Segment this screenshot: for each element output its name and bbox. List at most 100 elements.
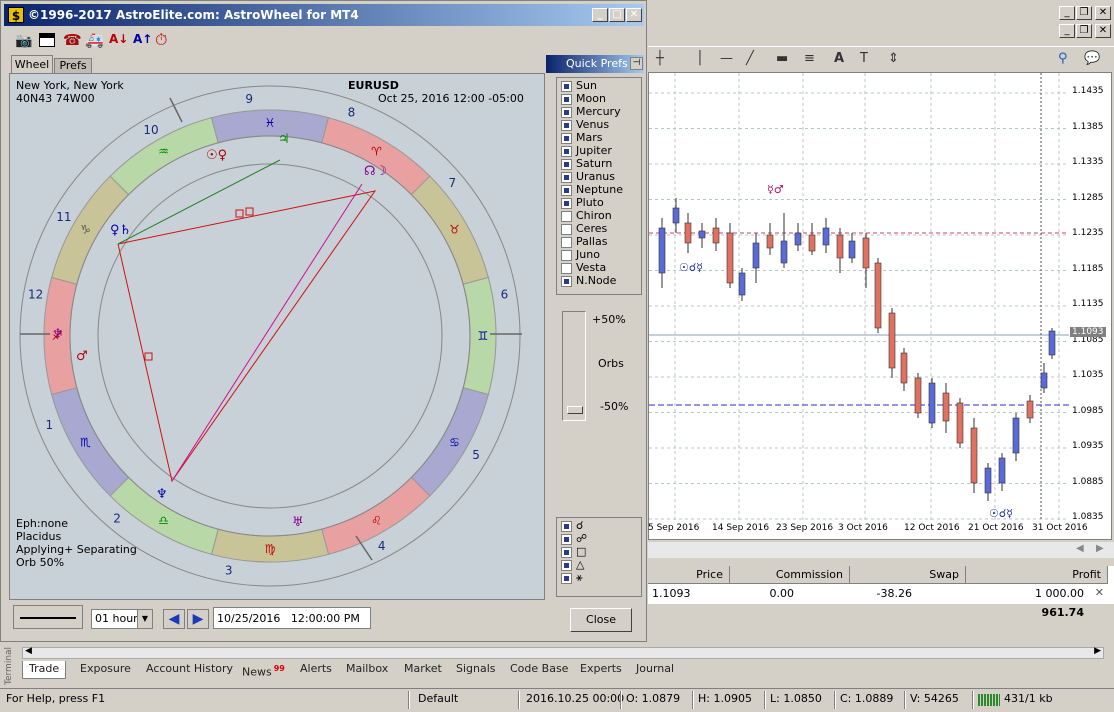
tab-trade[interactable]: Trade	[22, 661, 67, 679]
aspect-checkbox[interactable]	[561, 534, 572, 545]
house-number: 12	[28, 288, 43, 302]
scroll-right-icon[interactable]: ▶	[1096, 543, 1104, 554]
chart-minimize-button[interactable]: _	[1059, 24, 1075, 38]
vertical-line-icon[interactable]: │	[696, 51, 704, 66]
scroll-left-icon[interactable]: ◀	[25, 646, 32, 656]
window-icon[interactable]	[39, 33, 55, 47]
col-price-header[interactable]: Price	[648, 566, 730, 584]
checkbox-juno[interactable]	[561, 250, 572, 261]
minimize-button[interactable]: _	[1059, 6, 1075, 20]
crosshair-icon[interactable]: ┼	[656, 51, 664, 66]
col-commission-header[interactable]: Commission	[730, 566, 850, 584]
rectangle-icon[interactable]: ▬	[776, 51, 788, 66]
checkbox-pallas[interactable]	[561, 237, 572, 248]
planet-label: Uranus	[576, 170, 615, 183]
checkbox-moon[interactable]	[561, 94, 572, 105]
close-button[interactable]: Close	[570, 608, 632, 632]
checkbox-mars[interactable]	[561, 133, 572, 144]
text-label-icon[interactable]: T	[860, 51, 868, 66]
text-icon[interactable]: A	[834, 51, 844, 66]
zodiac-glyph: ♓	[265, 116, 276, 130]
slider-thumb[interactable]	[567, 406, 583, 414]
aspect-checkbox[interactable]	[561, 521, 572, 532]
orbs-slider[interactable]	[562, 311, 586, 421]
col-profit-header[interactable]: Profit	[966, 566, 1108, 584]
checkbox-uranus[interactable]	[561, 172, 572, 183]
chevron-down-icon[interactable]: ▼	[137, 610, 152, 628]
price-tick: 1.0835	[1072, 512, 1104, 522]
next-arrow-icon[interactable]: ▶	[187, 609, 209, 629]
minimize-button[interactable]: _	[592, 8, 608, 22]
chart-restore-button[interactable]: ❐	[1076, 24, 1092, 38]
status-help: For Help, press F1	[6, 692, 106, 705]
terminal-tabs-bar: ◀ ▶ Terminal Trade Exposure Account Histor…	[0, 645, 1114, 687]
scroll-right-icon[interactable]: ▶	[1094, 646, 1101, 656]
restore-button[interactable]: ❐	[1076, 6, 1092, 20]
planet-label: N.Node	[576, 274, 617, 287]
planet-label: Venus	[576, 118, 610, 131]
close-icon[interactable]: ✕	[626, 8, 642, 22]
col-swap-header[interactable]: Swap	[850, 566, 966, 584]
table-row[interactable]: 1.1093 0.00 -38.26 1 000.00 ✕	[648, 585, 1114, 603]
zodiac-glyph: ♈	[371, 145, 382, 159]
tab-code-base[interactable]: Code Base	[504, 661, 574, 679]
line-style-selector[interactable]	[13, 605, 83, 629]
close-order-icon[interactable]: ✕	[1095, 586, 1104, 599]
date-time-input[interactable]	[213, 607, 371, 629]
checkbox-sun[interactable]	[561, 81, 572, 92]
clock-icon[interactable]: ⏱	[155, 30, 167, 50]
timeframe-select[interactable]: 01 hour ▼	[91, 609, 153, 629]
checkbox-vesta[interactable]	[561, 263, 572, 274]
aspect-checkbox[interactable]	[561, 547, 572, 558]
terminal-scrollbar[interactable]: ◀ ▶	[22, 646, 1104, 659]
camera-icon[interactable]: 📷	[15, 33, 32, 49]
tab-market[interactable]: Market	[398, 661, 448, 679]
checkbox-venus[interactable]	[561, 120, 572, 131]
checkbox-chiron[interactable]	[561, 211, 572, 222]
maximize-button[interactable]: □	[609, 8, 625, 22]
tab-mailbox[interactable]: Mailbox	[340, 661, 394, 679]
status-volume: V: 54265	[910, 692, 959, 705]
checkbox-pluto[interactable]	[561, 198, 572, 209]
astrowheel-window: $ ©1996-2017 AstroElite.com: AstroWheel …	[0, 0, 647, 642]
zodiac-glyph: ♊	[478, 329, 489, 343]
close-icon[interactable]: ✕	[1095, 6, 1111, 20]
tab-experts[interactable]: Experts	[574, 661, 628, 679]
astro-text-up-icon[interactable]: A↑	[133, 32, 152, 46]
tab-wheel[interactable]: Wheel	[11, 55, 53, 74]
checkbox-jupiter[interactable]	[561, 146, 572, 157]
checkbox-neptune[interactable]	[561, 185, 572, 196]
tab-signals[interactable]: Signals	[450, 661, 502, 679]
checkbox-mercury[interactable]	[561, 107, 572, 118]
search-icon[interactable]: ⚲	[1058, 51, 1068, 66]
tab-prefs[interactable]: Prefs	[54, 58, 92, 74]
checkbox-ceres[interactable]	[561, 224, 572, 235]
astro-text-icon[interactable]: A↓	[109, 32, 128, 46]
pin-icon[interactable]: ⊣	[630, 57, 643, 70]
chat-icon[interactable]: 💬	[1084, 51, 1100, 66]
tab-journal[interactable]: Journal	[630, 661, 680, 679]
aspect-checkbox[interactable]	[561, 573, 572, 584]
prev-arrow-icon[interactable]: ◀	[163, 609, 185, 629]
fibonacci-icon[interactable]: ≡	[804, 51, 815, 66]
ambulance-icon[interactable]: 🚑	[85, 31, 104, 49]
checkbox-nnode[interactable]	[561, 276, 572, 287]
aspect-symbol: ☌	[576, 519, 584, 532]
window-title: $ ©1996-2017 AstroElite.com: AstroWheel …	[4, 4, 644, 26]
checkbox-saturn[interactable]	[561, 159, 572, 170]
scroll-left-icon[interactable]: ◀	[1076, 543, 1084, 554]
aspect-symbol: ☍	[576, 532, 588, 545]
trendline-icon[interactable]: ╱	[746, 51, 754, 66]
phone-icon[interactable]: ☎	[63, 31, 82, 49]
horizontal-line-icon[interactable]: —	[720, 51, 733, 66]
astro-wheel[interactable]: ♑♒♓♈♉♊♋♌♍♎♏♐123456789101112☉♀♃☊☽♀♄♆♂♆♅	[10, 74, 544, 599]
horizontal-scrollbar[interactable]: ◀ ▶	[648, 542, 1114, 558]
tab-news[interactable]: News 99	[236, 661, 291, 679]
tab-alerts[interactable]: Alerts	[294, 661, 338, 679]
zodiac-glyph: ♑	[80, 223, 91, 237]
aspect-checkbox[interactable]	[561, 560, 572, 571]
chart-close-icon[interactable]: ✕	[1095, 24, 1111, 38]
tab-account-history[interactable]: Account History	[140, 661, 239, 679]
tab-exposure[interactable]: Exposure	[74, 661, 137, 679]
arrows-icon[interactable]: ⇕	[888, 51, 899, 66]
